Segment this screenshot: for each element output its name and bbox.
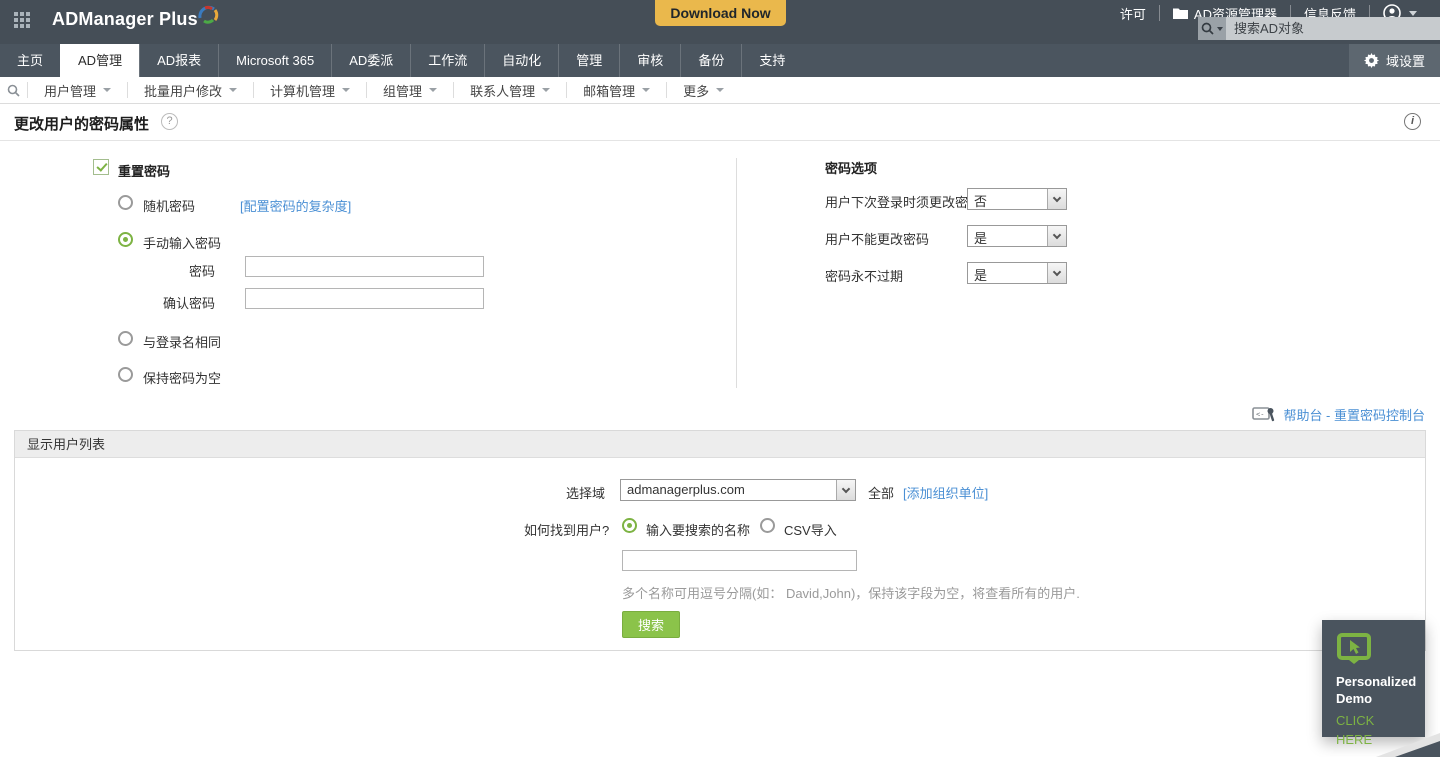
keep-blank-label: 保持密码为空 bbox=[143, 371, 222, 386]
domain-settings-button[interactable]: 域设置 bbox=[1348, 44, 1440, 77]
same-as-logon-label: 与登录名相同 bbox=[143, 335, 222, 350]
app-logo-text: ADManager Plus bbox=[52, 9, 198, 29]
tab-ad-mgmt[interactable]: AD管理 bbox=[60, 44, 140, 77]
tab-admin[interactable]: 管理 bbox=[558, 44, 619, 77]
tab-microsoft-365[interactable]: Microsoft 365 bbox=[218, 44, 331, 77]
chevron-down-icon bbox=[1217, 26, 1223, 31]
search-scope-button[interactable] bbox=[1198, 17, 1226, 40]
reset-password-checkbox[interactable] bbox=[93, 159, 109, 175]
password-label: 密码 bbox=[189, 264, 216, 279]
all-label: 全部 bbox=[868, 486, 895, 501]
confirm-password-label: 确认密码 bbox=[163, 296, 216, 311]
tab-audit[interactable]: 审核 bbox=[619, 44, 680, 77]
license-link[interactable]: 许可 bbox=[1107, 5, 1159, 22]
enter-names-label: 输入要搜索的名称 bbox=[646, 523, 751, 538]
enter-names-radio[interactable] bbox=[622, 518, 637, 533]
chevron-down-icon bbox=[1047, 263, 1066, 283]
random-password-label: 随机密码 bbox=[143, 199, 196, 214]
app-logo[interactable]: ADManager Plus bbox=[52, 5, 222, 30]
password-field[interactable] bbox=[245, 256, 484, 277]
search-icon bbox=[7, 84, 20, 97]
logo-swirl-icon bbox=[198, 5, 219, 24]
password-complexity-link[interactable]: [配置密码的复杂度] bbox=[240, 196, 351, 215]
csv-import-label: CSV导入 bbox=[784, 523, 837, 538]
cannot-change-password-label: 用户不能更改密码 bbox=[825, 232, 930, 247]
names-search-field[interactable] bbox=[622, 550, 857, 571]
tab-automation[interactable]: 自动化 bbox=[484, 44, 558, 77]
confirm-password-field[interactable] bbox=[245, 288, 484, 309]
subnav-bulk-user-modify[interactable]: 批量用户修改 bbox=[127, 82, 253, 99]
download-now-button[interactable]: Download Now bbox=[655, 0, 786, 26]
subnav-mailbox-management[interactable]: 邮箱管理 bbox=[566, 82, 666, 99]
page-curl bbox=[1395, 741, 1440, 757]
keep-blank-radio[interactable] bbox=[118, 367, 133, 382]
chevron-down-icon bbox=[229, 88, 238, 92]
must-change-password-select[interactable]: 否 bbox=[967, 188, 1067, 210]
svg-text:<-: <- bbox=[1256, 411, 1264, 419]
demo-monitor-icon bbox=[1337, 633, 1371, 664]
folder-icon bbox=[1172, 8, 1188, 19]
domain-select[interactable]: admanagerplus.com bbox=[620, 479, 856, 501]
helpdesk-link[interactable]: <- 帮助台 - 重置密码控制台 bbox=[1252, 405, 1425, 424]
top-bar: ADManager Plus Download Now 许可 AD资源管理器 信… bbox=[0, 0, 1440, 44]
select-domain-label: 选择域 bbox=[566, 486, 606, 501]
subnav-group-management[interactable]: 组管理 bbox=[366, 82, 453, 99]
chevron-down-icon bbox=[642, 88, 651, 92]
tab-ad-delegation[interactable]: AD委派 bbox=[331, 44, 410, 77]
names-hint-text: 多个名称可用逗号分隔(如： David,John)，保持该字段为空，将查看所有的… bbox=[622, 586, 1080, 601]
password-never-expires-select[interactable]: 是 bbox=[967, 262, 1067, 284]
apps-grid-icon[interactable] bbox=[14, 12, 34, 32]
chevron-down-icon bbox=[836, 480, 855, 500]
search-input[interactable] bbox=[1226, 17, 1440, 40]
show-user-list-panel: 显示用户列表 bbox=[14, 430, 1426, 651]
tab-ad-reports[interactable]: AD报表 bbox=[139, 44, 218, 77]
search-icon bbox=[1201, 22, 1214, 35]
chevron-down-icon bbox=[1409, 10, 1417, 16]
page-title: 更改用户的密码属性 bbox=[14, 116, 150, 133]
random-password-radio[interactable] bbox=[118, 195, 133, 210]
chevron-down-icon bbox=[429, 88, 438, 92]
gear-icon bbox=[1363, 53, 1379, 68]
page-title-bar: 更改用户的密码属性 ? i bbox=[0, 104, 1440, 141]
chevron-down-icon bbox=[103, 88, 112, 92]
reset-password-label: 重置密码 bbox=[118, 164, 171, 179]
tab-workflow[interactable]: 工作流 bbox=[410, 44, 484, 77]
password-options-title: 密码选项 bbox=[825, 161, 878, 176]
find-users-label: 如何找到用户? bbox=[524, 523, 610, 538]
subnav-search-button[interactable] bbox=[0, 82, 28, 98]
personalized-demo-widget[interactable]: Personalized Demo CLICK HERE bbox=[1322, 620, 1425, 747]
column-divider bbox=[736, 158, 737, 388]
helpdesk-console-icon: <- bbox=[1252, 407, 1275, 422]
subnav-contact-management[interactable]: 联系人管理 bbox=[453, 82, 566, 99]
tab-support[interactable]: 支持 bbox=[741, 44, 802, 77]
ad-object-search bbox=[1198, 17, 1440, 40]
user-list-header: 显示用户列表 bbox=[15, 431, 1425, 458]
subnav-more[interactable]: 更多 bbox=[666, 82, 740, 99]
domain-settings-label: 域设置 bbox=[1385, 54, 1425, 69]
subnav-user-management[interactable]: 用户管理 bbox=[28, 82, 127, 99]
chevron-down-icon bbox=[1047, 226, 1066, 246]
password-never-expires-label: 密码永不过期 bbox=[825, 269, 904, 284]
same-as-logon-radio[interactable] bbox=[118, 331, 133, 346]
chevron-down-icon bbox=[1047, 189, 1066, 209]
chevron-down-icon bbox=[342, 88, 351, 92]
cannot-change-password-select[interactable]: 是 bbox=[967, 225, 1067, 247]
csv-import-radio[interactable] bbox=[760, 518, 775, 533]
sub-nav: 用户管理 批量用户修改 计算机管理 组管理 联系人管理 邮箱管理 更多 bbox=[0, 77, 1440, 104]
add-ou-link[interactable]: [添加组织单位] bbox=[903, 483, 988, 502]
subnav-computer-management[interactable]: 计算机管理 bbox=[253, 82, 366, 99]
main-nav-tabs: 主页 AD管理 AD报表 Microsoft 365 AD委派 工作流 自动化 … bbox=[0, 44, 1440, 77]
chevron-down-icon bbox=[542, 88, 551, 92]
search-button[interactable]: 搜索 bbox=[622, 611, 681, 638]
tab-home[interactable]: 主页 bbox=[0, 44, 60, 77]
help-icon[interactable]: ? bbox=[161, 113, 178, 130]
must-change-password-label: 用户下次登录时须更改密码 bbox=[825, 195, 982, 210]
info-icon[interactable]: i bbox=[1404, 113, 1421, 130]
chevron-down-icon bbox=[716, 88, 725, 92]
manual-password-radio[interactable] bbox=[118, 232, 133, 247]
tab-backup[interactable]: 备份 bbox=[680, 44, 741, 77]
manual-password-label: 手动输入密码 bbox=[143, 236, 222, 251]
demo-title: Personalized Demo bbox=[1336, 674, 1417, 706]
